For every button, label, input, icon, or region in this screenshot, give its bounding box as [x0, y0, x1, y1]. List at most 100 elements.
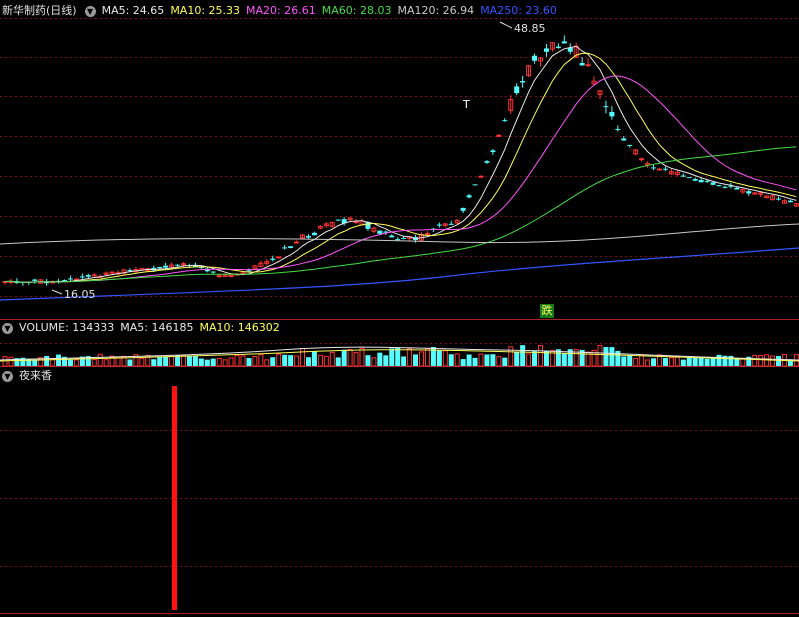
t-marker: T [462, 98, 470, 111]
volume-bar [454, 353, 460, 367]
volume-bar [377, 352, 383, 366]
volume-bar [448, 354, 454, 366]
candle-body [579, 63, 585, 66]
grid-lines [0, 18, 799, 614]
candle-body [514, 86, 520, 94]
candle-body [639, 158, 645, 161]
volume-bar [222, 359, 228, 367]
volume-bar [603, 346, 609, 366]
candle-body [294, 241, 300, 244]
volume-bar [32, 359, 38, 366]
volume-bar [609, 347, 615, 366]
candle-body [395, 239, 401, 241]
volume-bar [186, 356, 192, 366]
volume-bar [157, 356, 163, 366]
volume-bar [264, 359, 270, 367]
volume-bar [407, 348, 413, 367]
candle-body [722, 186, 728, 188]
candle-body [32, 279, 38, 281]
candle-body [651, 167, 657, 169]
volume-bar [347, 348, 353, 367]
volume-bar [288, 355, 294, 366]
ma5-line [4, 45, 797, 283]
volume-bar [645, 359, 651, 367]
volume-bar [311, 351, 317, 366]
volume-bar [73, 359, 79, 367]
low-price-label: 16.05 [64, 288, 96, 301]
volume-bar [704, 358, 710, 366]
candle-body [62, 280, 67, 282]
candle-body [787, 200, 793, 203]
candle-body [85, 275, 91, 277]
volume-bar [67, 359, 73, 366]
candle-body [163, 265, 169, 268]
volume-bar [621, 356, 627, 366]
volume-bar [103, 359, 109, 367]
candle-body [698, 180, 704, 183]
high-price-pointer [499, 21, 513, 29]
volume-bar [353, 352, 359, 367]
candle-body [478, 175, 484, 178]
volume-bar [198, 358, 204, 366]
volume-bar [163, 356, 169, 366]
volume-bar [234, 354, 240, 367]
candle-body [627, 144, 633, 146]
candle-body [657, 168, 662, 171]
candle-body [692, 178, 698, 181]
volume-bar [776, 356, 781, 366]
candle-body [389, 235, 395, 238]
volume-bar [246, 358, 252, 366]
volume-bar [258, 354, 264, 367]
volume-bar [335, 357, 341, 366]
candle-body [555, 46, 561, 48]
candlesticks [2, 35, 799, 286]
candle-body [472, 184, 478, 186]
candle-body [484, 161, 490, 163]
volume-bar [317, 354, 323, 367]
volume-bar [359, 347, 365, 367]
volume-bar [686, 357, 692, 366]
candle-body [734, 187, 740, 190]
candle-body [311, 232, 317, 236]
candle-body [466, 195, 472, 198]
volume-bar [496, 356, 502, 367]
volume-bar [282, 354, 288, 366]
volume-bar [204, 359, 210, 366]
volume-bar [639, 354, 645, 367]
volume-bar [401, 356, 407, 366]
candle-body [157, 267, 163, 269]
volume-bar [383, 355, 389, 366]
volume-bar [127, 359, 133, 366]
ma20-line [4, 75, 797, 283]
candle-body [353, 221, 359, 224]
volume-bar [770, 355, 776, 367]
candle-body [621, 138, 627, 141]
volume-bars [0, 344, 799, 367]
candle-body [228, 274, 234, 277]
high-price-label: 48.85 [514, 22, 546, 35]
volume-bar [698, 357, 704, 366]
volume-bar [502, 357, 508, 366]
candle-body [91, 274, 97, 277]
candle-body [609, 112, 615, 117]
candle-body [246, 270, 252, 272]
volume-bar [460, 359, 466, 366]
volume-bar [758, 355, 764, 367]
volume-bar [270, 357, 276, 366]
candle-body [543, 48, 549, 52]
stock-chart-canvas[interactable]: 48.85 16.05 T [0, 0, 799, 617]
volume-bar [466, 354, 472, 366]
candle-body [216, 275, 222, 278]
candle-body [496, 134, 502, 137]
ma10-line [4, 52, 797, 283]
volume-bar [561, 353, 567, 366]
volume-bar [151, 359, 157, 366]
volume-bar [680, 359, 686, 366]
volume-bar [294, 355, 300, 367]
volume-bar [216, 357, 222, 367]
volume-bar [442, 350, 448, 367]
candle-body [436, 224, 442, 226]
candle-body [686, 177, 692, 179]
signal-bar [172, 386, 177, 610]
volume-bar [276, 353, 282, 367]
